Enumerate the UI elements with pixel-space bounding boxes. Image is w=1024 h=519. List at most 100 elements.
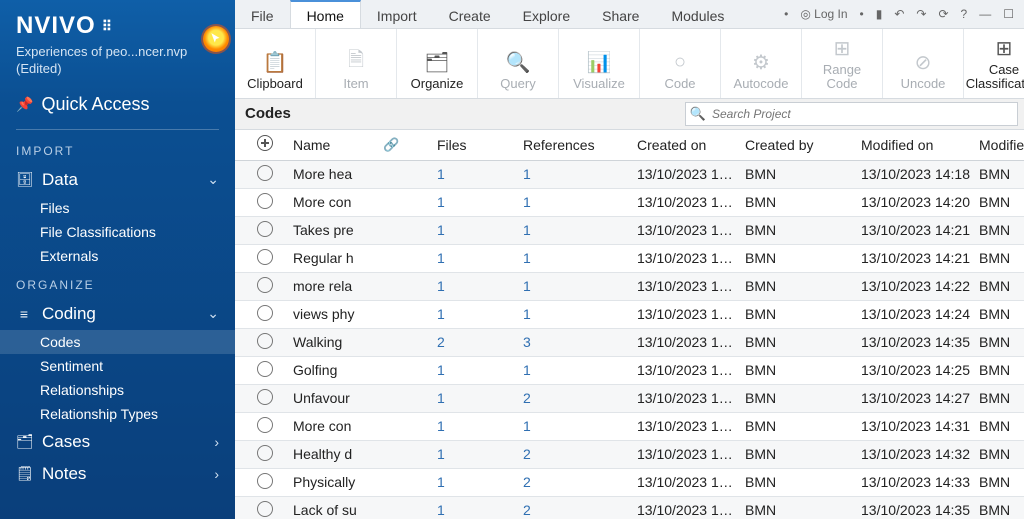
col-name[interactable]: Name — [289, 137, 379, 153]
table-row[interactable]: Takes pre1113/10/2023 14:2BMN13/10/2023 … — [235, 217, 1024, 245]
col-created-on[interactable]: Created on — [633, 137, 741, 153]
sidebar-item-label: Notes — [42, 464, 86, 484]
ribbon-organize[interactable]: 🗂Organize — [397, 29, 478, 98]
cell-modified-by: BMN — [975, 502, 1024, 518]
cell-files: 1 — [433, 222, 519, 238]
cell-name: Lack of su — [289, 502, 379, 518]
refresh-icon[interactable]: ⟳ — [936, 7, 950, 21]
table-row[interactable]: Regular h1113/10/2023 14:2BMN13/10/2023 … — [235, 245, 1024, 273]
codes-table: Name 🔗 Files References Created on Creat… — [235, 130, 1024, 519]
util-dot[interactable]: • — [858, 7, 866, 21]
app-brand: NVIVO ⠿ — [0, 10, 235, 44]
sidebar-item-coding[interactable]: ≡Coding ⌄ — [0, 298, 235, 330]
ribbon-uncode: ⊘Uncode — [883, 29, 964, 98]
cell-modified-by: BMN — [975, 306, 1024, 322]
maximize-icon[interactable]: ☐ — [1001, 7, 1016, 21]
menu-home[interactable]: Home — [290, 0, 361, 28]
cell-created-by: BMN — [741, 334, 857, 350]
cell-files: 1 — [433, 306, 519, 322]
redo-icon[interactable]: ↷ — [914, 7, 928, 21]
cell-modified-on: 13/10/2023 14:21 — [857, 250, 975, 266]
menu-create[interactable]: Create — [433, 0, 507, 28]
cell-references: 2 — [519, 446, 633, 462]
cell-files: 1 — [433, 250, 519, 266]
ribbon-visualize: 📊Visualize — [559, 29, 640, 98]
sidebar-sub-file-classifications[interactable]: File Classifications — [0, 220, 235, 244]
table-row[interactable]: Unfavour1213/10/2023 14:2BMN13/10/2023 1… — [235, 385, 1024, 413]
cell-modified-on: 13/10/2023 14:25 — [857, 362, 975, 378]
menu-modules[interactable]: Modules — [655, 0, 740, 28]
table-row[interactable]: Golfing1113/10/2023 14:2BMN13/10/2023 14… — [235, 357, 1024, 385]
menu-share[interactable]: Share — [586, 0, 655, 28]
cell-name: views phy — [289, 306, 379, 322]
table-row[interactable]: More con1113/10/2023 14:3BMN13/10/2023 1… — [235, 413, 1024, 441]
menu-import[interactable]: Import — [361, 0, 433, 28]
cell-references: 1 — [519, 166, 633, 182]
organize-icon: 🗂 — [424, 47, 449, 77]
util-login[interactable]: ◎ Log In — [798, 7, 849, 21]
sidebar-item-notes[interactable]: 🗒Notes › — [0, 458, 235, 490]
quick-access[interactable]: 📌 Quick Access — [0, 78, 235, 125]
save-icon[interactable]: ▮ — [874, 7, 885, 21]
cell-modified-on: 13/10/2023 14:20 — [857, 194, 975, 210]
col-modified-by[interactable]: Modified by — [975, 137, 1024, 153]
cell-references: 1 — [519, 222, 633, 238]
col-created-by[interactable]: Created by — [741, 137, 857, 153]
project-name: Experiences of peo...ncer.nvp (Edited) — [0, 44, 235, 78]
row-node-icon — [235, 221, 289, 240]
brand-text: NVIVO — [16, 12, 96, 40]
util-dot[interactable]: • — [782, 7, 790, 21]
chevron-right-icon: › — [214, 466, 219, 482]
search-input[interactable] — [710, 106, 1017, 122]
sidebar-item-data[interactable]: 🗄Data ⌄ — [0, 164, 235, 196]
cell-created-by: BMN — [741, 418, 857, 434]
col-references[interactable]: References — [519, 137, 633, 153]
cell-files: 1 — [433, 418, 519, 434]
undo-icon[interactable]: ↶ — [892, 7, 906, 21]
menu-explore[interactable]: Explore — [507, 0, 586, 28]
sidebar-sub-files[interactable]: Files — [0, 196, 235, 220]
ribbon-label: Item — [343, 77, 368, 91]
help-icon[interactable]: ? — [959, 7, 970, 21]
main-area: FileHomeImportCreateExploreShareModules … — [235, 0, 1024, 519]
table-row[interactable]: more rela1113/10/2023 14:2BMN13/10/2023 … — [235, 273, 1024, 301]
cell-created-by: BMN — [741, 502, 857, 518]
col-link-icon[interactable]: 🔗 — [379, 137, 433, 153]
chevron-down-icon: ⌄ — [207, 171, 219, 188]
ribbon-case[interactable]: ⊞Case Classification — [964, 29, 1024, 98]
ribbon-label: Clipboard — [247, 77, 303, 91]
cell-created-on: 13/10/2023 14:2 — [633, 278, 741, 294]
chevron-down-icon: ⌄ — [207, 305, 219, 322]
sidebar-sub-sentiment[interactable]: Sentiment — [0, 354, 235, 378]
expand-all-col[interactable] — [235, 135, 289, 154]
sidebar-sub-externals[interactable]: Externals — [0, 244, 235, 268]
cell-created-on: 13/10/2023 14:2 — [633, 222, 741, 238]
sidebar-sub-relationship-types[interactable]: Relationship Types — [0, 402, 235, 426]
item-icon: 🗎 — [348, 47, 364, 77]
table-row[interactable]: Lack of su1213/10/2023 14:3BMN13/10/2023… — [235, 497, 1024, 519]
row-node-icon — [235, 445, 289, 464]
sidebar-sub-codes[interactable]: Codes — [0, 330, 235, 354]
table-row[interactable]: More con1113/10/2023 14:2BMN13/10/2023 1… — [235, 189, 1024, 217]
search-box[interactable]: 🔍 — [685, 102, 1018, 126]
cell-created-on: 13/10/2023 14:2 — [633, 390, 741, 406]
col-files[interactable]: Files — [433, 137, 519, 153]
ribbon-label: Autocode — [734, 77, 789, 91]
autocode-icon: ⚙ — [752, 47, 770, 77]
table-row[interactable]: Healthy d1213/10/2023 14:3BMN13/10/2023 … — [235, 441, 1024, 469]
table-row[interactable]: views phy1113/10/2023 14:2BMN13/10/2023 … — [235, 301, 1024, 329]
ribbon-clipboard[interactable]: 📋Clipboard — [235, 29, 316, 98]
sidebar-sub-relationships[interactable]: Relationships — [0, 378, 235, 402]
cell-references: 1 — [519, 250, 633, 266]
table-row[interactable]: Walking2313/10/2023 14:2BMN13/10/2023 14… — [235, 329, 1024, 357]
cell-created-on: 13/10/2023 14:2 — [633, 194, 741, 210]
uncode-icon: ⊘ — [915, 47, 932, 77]
data-icon: 🗄 — [16, 171, 32, 188]
menu-file[interactable]: File — [235, 0, 290, 28]
col-modified-on[interactable]: Modified on — [857, 137, 975, 153]
cell-modified-by: BMN — [975, 250, 1024, 266]
table-row[interactable]: More hea1113/10/2023 14:1BMN13/10/2023 1… — [235, 161, 1024, 189]
sidebar-item-cases[interactable]: 🗂Cases › — [0, 426, 235, 458]
minimize-icon[interactable]: — — [977, 7, 993, 21]
table-row[interactable]: Physically1213/10/2023 14:3BMN13/10/2023… — [235, 469, 1024, 497]
